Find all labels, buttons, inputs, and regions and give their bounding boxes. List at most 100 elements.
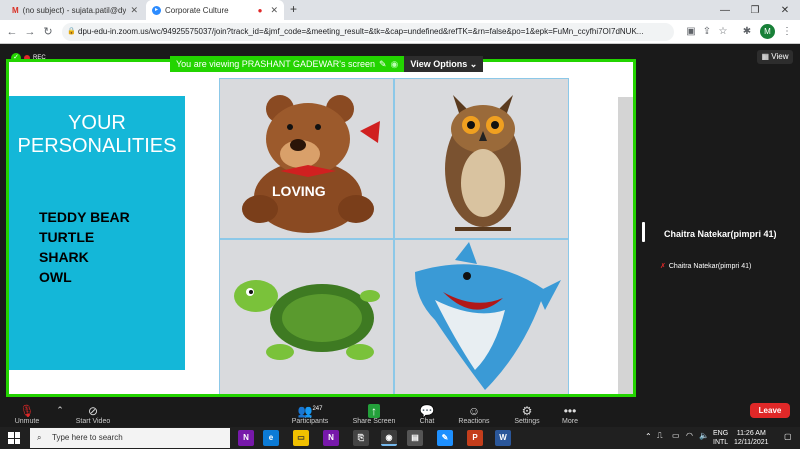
turtle-cell: [219, 239, 394, 394]
start-video-label: Start Video: [75, 418, 111, 425]
viewing-text: You are viewing PRASHANT GADEWAR's scree…: [176, 59, 375, 69]
star-icon[interactable]: ☆: [716, 25, 730, 39]
slide-title-line2: PERSONALITIES: [17, 135, 177, 157]
address-bar[interactable]: 🔒 dpu-edu-in.zoom.us/wc/94925575037/join…: [62, 23, 674, 41]
extensions-icon[interactable]: ✱: [740, 25, 754, 39]
tab-title: Corporate Culture: [165, 5, 229, 15]
chat-button[interactable]: 💬 Chat: [414, 397, 440, 427]
view-options-button[interactable]: View Options ⌄: [404, 56, 484, 72]
clock-date: 12/11/2021: [734, 439, 769, 446]
taskbar-search-input[interactable]: ⌕ Type here to search: [30, 428, 230, 448]
close-window-icon[interactable]: ✕: [770, 0, 800, 20]
menu-icon[interactable]: ⋮: [780, 25, 794, 39]
teddy-bear-illustration: [242, 95, 380, 233]
slide-edge: [618, 97, 633, 394]
document-icon[interactable]: ▤: [407, 430, 423, 446]
participants-label: Participants: [291, 418, 329, 425]
participant-label: ✗ Chaitra Natekar(pimpri 41): [660, 262, 752, 271]
tab-title: (no subject) - sujata.patil@dypvp: [22, 5, 127, 15]
participants-icon: 👥247: [297, 404, 323, 418]
settings-label: Settings: [514, 418, 540, 425]
personality-list: TEDDY BEAR TURTLE SHARK OWL: [39, 207, 130, 287]
camera-icon[interactable]: ▣: [684, 25, 698, 39]
audio-options-button[interactable]: ⌃: [54, 397, 66, 427]
turtle-illustration: [234, 280, 380, 360]
battery-icon[interactable]: ▭: [672, 431, 680, 440]
animal-grid: LOVING: [219, 78, 569, 394]
search-placeholder: Type here to search: [52, 433, 123, 442]
volume-icon[interactable]: 🔈: [699, 431, 709, 440]
recording-dot-icon: ●: [257, 5, 263, 15]
minimize-icon[interactable]: —: [710, 0, 740, 20]
avatar[interactable]: M: [760, 24, 775, 39]
notification-icon[interactable]: ▢: [784, 432, 792, 441]
slide-title-line1: YOUR: [68, 112, 126, 134]
teddy-caption: LOVING: [272, 183, 326, 199]
participant-label-name: Chaitra Natekar(pimpri 41): [668, 262, 752, 270]
onenote-alt-icon[interactable]: N: [323, 430, 339, 446]
clock[interactable]: 11:26 AM 12/11/2021: [734, 429, 769, 447]
tab-corporate-culture[interactable]: ▸ Corporate Culture ● ✕: [146, 0, 284, 20]
leave-button[interactable]: Leave: [750, 403, 790, 418]
pin-icon: ✎: [378, 59, 387, 69]
windows-taskbar: ⌕ Type here to search N e ▭ N ⎘ ◉ ▤ ✎ P …: [0, 427, 800, 449]
files-icon[interactable]: ⎘: [353, 430, 369, 446]
panel-resize-handle[interactable]: [642, 222, 645, 242]
slide-title: YOUR PERSONALITIES: [9, 112, 185, 158]
unmute-label: Unmute: [14, 418, 40, 425]
reactions-label: Reactions: [458, 418, 490, 425]
browser-toolbar: ← → ↻ 🔒 dpu-edu-in.zoom.us/wc/9492557503…: [0, 20, 800, 44]
paint-icon[interactable]: ✎: [437, 430, 453, 446]
chevron-up-icon[interactable]: ⌃: [645, 432, 652, 441]
share-screen-button[interactable]: ↑ Share Screen: [351, 397, 397, 427]
chat-icon: 💬: [419, 404, 435, 418]
language-indicator[interactable]: ENG INTL: [713, 429, 728, 447]
grid-icon: ▦: [761, 52, 770, 61]
windows-start-icon[interactable]: [8, 432, 20, 444]
shark-illustration: [415, 242, 561, 390]
lock-icon: 🔒: [67, 28, 76, 35]
participants-button[interactable]: 👥247 Participants: [290, 397, 330, 427]
powerpoint-icon[interactable]: P: [467, 430, 483, 446]
chevron-up-icon: ⌃: [56, 405, 64, 415]
zoom-icon: ▸: [152, 5, 161, 15]
viewing-notice: You are viewing PRASHANT GADEWAR's scree…: [170, 56, 405, 72]
close-icon[interactable]: ✕: [130, 5, 138, 16]
lang-line1: ENG: [713, 430, 729, 437]
view-options-label: View Options: [410, 59, 468, 69]
tab-gmail[interactable]: M (no subject) - sujata.patil@dypvp ✕: [6, 0, 144, 20]
reactions-button[interactable]: ☺ Reactions: [456, 397, 492, 427]
word-icon[interactable]: W: [495, 430, 511, 446]
gear-icon: ⚙: [521, 404, 533, 418]
wifi-icon[interactable]: ◠: [686, 431, 693, 440]
start-video-button[interactable]: ⊘ Start Video: [72, 397, 114, 427]
settings-button[interactable]: ⚙ Settings: [512, 397, 542, 427]
chat-label: Chat: [419, 418, 435, 425]
video-off-icon: ⊘: [87, 404, 99, 418]
view-button[interactable]: ▦ View: [757, 50, 793, 64]
participants-count: 247: [312, 406, 323, 412]
browser-tab-strip: M (no subject) - sujata.patil@dypvp ✕ ▸ …: [0, 0, 800, 20]
list-item: OWL: [39, 269, 72, 285]
new-tab-button[interactable]: +: [290, 2, 297, 16]
share-screen-label: Share Screen: [352, 418, 396, 425]
network-icon[interactable]: ⎍: [657, 431, 663, 441]
unmute-button[interactable]: 🎙 Unmute: [12, 397, 42, 427]
chrome-icon[interactable]: ◉: [381, 430, 397, 446]
onenote-icon[interactable]: N: [238, 430, 254, 446]
close-icon[interactable]: ✕: [270, 5, 278, 16]
share-icon[interactable]: ⇪: [700, 25, 714, 39]
owl-cell: [394, 78, 569, 239]
participant-tile-name: Chaitra Natekar(pimpri 41): [664, 229, 777, 239]
reload-icon[interactable]: ↻: [40, 24, 56, 40]
lang-line2: INTL: [713, 439, 729, 446]
status-dot-icon: ◉: [390, 59, 399, 69]
search-icon: ⌕: [37, 433, 42, 442]
back-icon[interactable]: ←: [4, 24, 20, 40]
file-explorer-icon[interactable]: ▭: [293, 430, 309, 446]
smiley-icon: ☺: [467, 404, 481, 418]
forward-icon[interactable]: →: [22, 24, 38, 40]
more-button[interactable]: ••• More: [558, 397, 582, 427]
maximize-icon[interactable]: ❐: [740, 0, 770, 20]
edge-icon[interactable]: e: [263, 430, 279, 446]
